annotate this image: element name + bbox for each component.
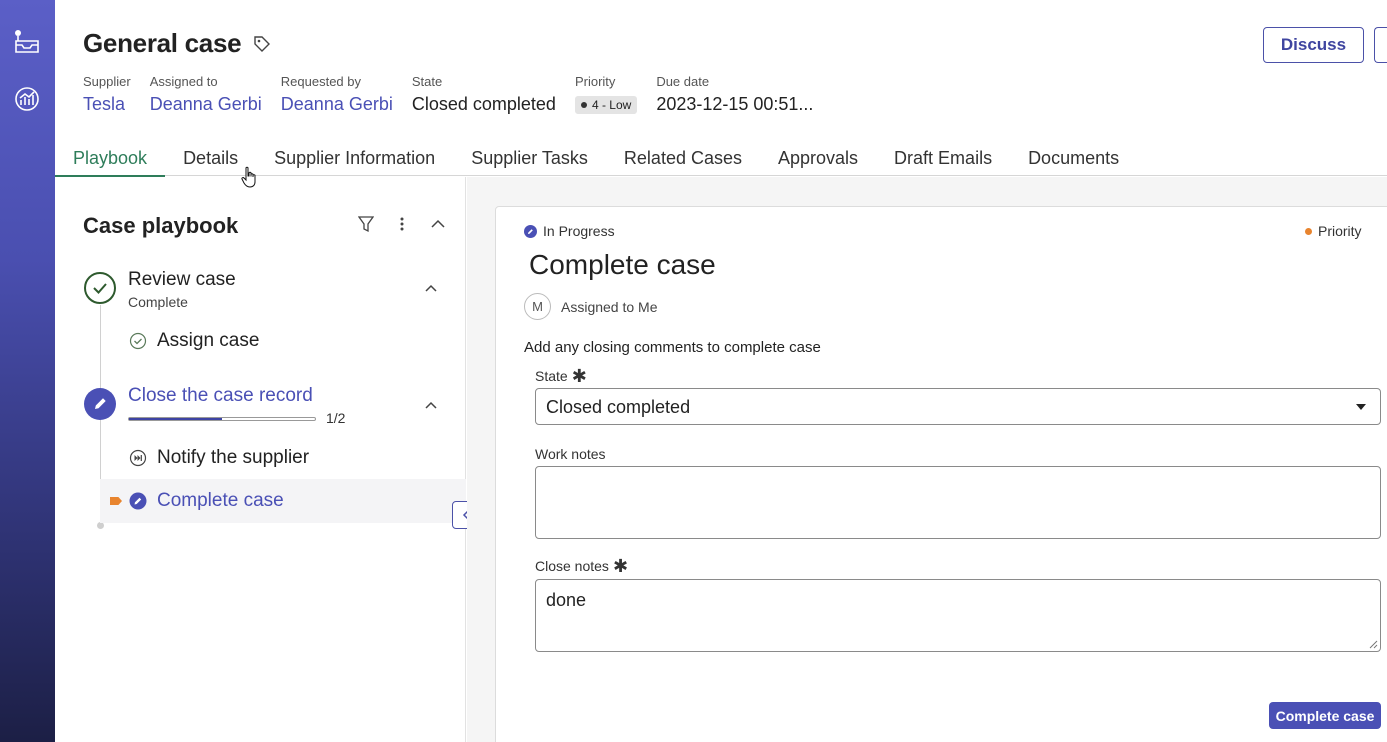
- tab-related-cases[interactable]: Related Cases: [606, 138, 760, 176]
- task-label: Complete case: [157, 490, 284, 511]
- resize-handle-icon[interactable]: [1369, 640, 1378, 649]
- tab-supplier-information[interactable]: Supplier Information: [256, 138, 453, 176]
- more-vertical-icon[interactable]: [391, 213, 413, 235]
- playbook-panel: Case playbook Review case Complete Assig…: [55, 177, 466, 742]
- tab-playbook[interactable]: Playbook: [55, 138, 166, 177]
- instruction-text: Add any closing comments to complete cas…: [524, 339, 821, 356]
- tab-supplier-tasks[interactable]: Supplier Tasks: [453, 138, 606, 176]
- case-header: General case Discuss Supplier Tesla Assig…: [55, 0, 1387, 177]
- caret-down-icon: [1356, 404, 1366, 410]
- inbox-icon[interactable]: [12, 27, 42, 57]
- close-notes-field-label: Close notes ✱: [535, 556, 629, 576]
- timeline-end-dot: [97, 522, 104, 529]
- state-label: State: [411, 74, 443, 89]
- assigned-link[interactable]: Deanna Gerbi: [150, 94, 262, 115]
- assignee: M Assigned to Me: [524, 293, 658, 320]
- edit-pencil-icon: [84, 388, 116, 420]
- priority-label: Priority: [574, 74, 616, 89]
- page-title: General case: [83, 28, 242, 58]
- case-metadata: Supplier Tesla Assigned to Deanna Gerbi Re…: [83, 74, 832, 115]
- task-label: Notify the supplier: [157, 447, 310, 468]
- due-date-value: 2023-12-15 00:51...: [656, 94, 814, 114]
- status-text: In Progress: [543, 223, 615, 239]
- avatar: M: [524, 293, 551, 320]
- analytics-icon[interactable]: [12, 84, 42, 114]
- stage-progress-text: 1/2: [326, 410, 346, 426]
- priority-value: 4 - Low: [591, 98, 632, 112]
- state-select-value: Closed completed: [546, 397, 691, 417]
- work-notes-textarea[interactable]: [535, 466, 1381, 539]
- hand-cursor-icon: [241, 166, 256, 188]
- stage-review-case-status: Complete: [128, 294, 188, 310]
- tab-documents[interactable]: Documents: [1010, 138, 1137, 176]
- stage-close-record-title[interactable]: Close the case record: [128, 385, 313, 407]
- skip-icon: [129, 449, 147, 467]
- requested-label: Requested by: [280, 74, 362, 89]
- work-notes-label: Work notes: [535, 446, 606, 462]
- playbook-title: Case playbook: [83, 213, 239, 238]
- task-title: Complete case: [529, 249, 716, 280]
- priority-indicator: Priority: [1305, 223, 1362, 239]
- due-date-label: Due date: [656, 74, 710, 89]
- complete-case-button[interactable]: Complete case: [1269, 702, 1381, 729]
- task-card: In Progress Priority Complete case M Ass…: [495, 206, 1387, 742]
- assigned-text: Assigned to Me: [561, 298, 658, 315]
- task-label: Assign case: [157, 330, 260, 351]
- edit-circle-icon: [129, 492, 147, 510]
- in-progress-icon: [524, 224, 537, 238]
- chevron-up-icon[interactable]: [427, 213, 449, 235]
- close-notes-label: Close notes: [535, 558, 609, 574]
- chevron-up-icon[interactable]: [422, 396, 440, 414]
- priority-badge: 4 - Low: [574, 96, 638, 114]
- task-assign-case[interactable]: Assign case: [129, 330, 259, 352]
- required-asterisk-icon: ✱: [612, 556, 629, 576]
- required-asterisk-icon: ✱: [571, 366, 587, 386]
- state-select[interactable]: Closed completed: [535, 388, 1381, 425]
- supplier-link[interactable]: Tesla: [83, 94, 131, 115]
- more-actions-button[interactable]: [1374, 27, 1387, 63]
- stage-progress-bar: [128, 417, 316, 421]
- stage-review-case-title[interactable]: Review case: [128, 269, 236, 291]
- state-label: State: [535, 368, 568, 384]
- tab-draft-emails[interactable]: Draft Emails: [876, 138, 1010, 176]
- state-value: Closed completed: [411, 94, 556, 114]
- task-notify-supplier[interactable]: Notify the supplier: [129, 447, 309, 469]
- priority-text: Priority: [1318, 223, 1362, 239]
- check-circle-icon: [84, 272, 116, 304]
- close-notes-textarea[interactable]: done: [535, 579, 1381, 652]
- filter-icon[interactable]: [355, 213, 377, 235]
- requested-link[interactable]: Deanna Gerbi: [281, 94, 393, 115]
- tab-approvals[interactable]: Approvals: [760, 138, 876, 176]
- state-field-label: State ✱: [535, 366, 587, 386]
- discuss-button[interactable]: Discuss: [1263, 27, 1364, 63]
- status-badge: In Progress: [524, 223, 615, 239]
- priority-dot-icon: [1305, 227, 1312, 235]
- supplier-label: Supplier: [83, 74, 131, 89]
- assigned-label: Assigned to: [149, 74, 218, 89]
- check-circle-small-icon: [129, 332, 147, 350]
- tag-icon[interactable]: [253, 34, 273, 54]
- close-notes-value: done: [546, 590, 587, 610]
- task-complete-case[interactable]: Complete case: [129, 490, 284, 512]
- app-rail: [0, 0, 55, 742]
- chevron-up-icon[interactable]: [422, 279, 440, 297]
